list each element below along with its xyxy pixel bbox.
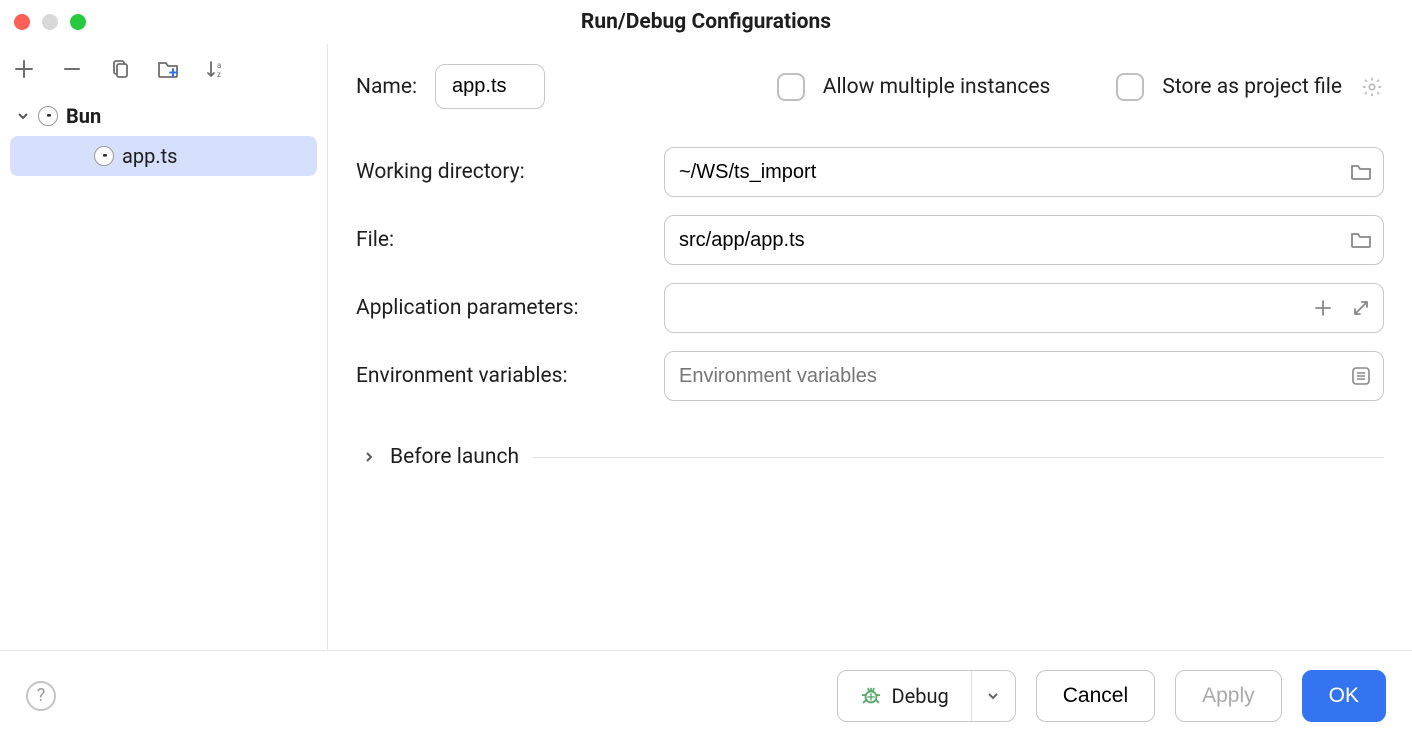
svg-text:z: z [217, 70, 221, 79]
tree-group-label: Bun [66, 104, 101, 128]
bun-icon [38, 106, 58, 126]
name-input[interactable] [435, 64, 545, 109]
gear-icon[interactable] [1360, 75, 1384, 99]
titlebar: Run/Debug Configurations [0, 0, 1412, 44]
working-dir-input-wrap [664, 147, 1384, 197]
chevron-down-icon [16, 109, 30, 123]
env-vars-row: Environment variables: [356, 351, 1384, 401]
close-window-icon[interactable] [14, 14, 30, 30]
file-label: File: [356, 228, 646, 252]
window-controls [14, 14, 86, 30]
working-dir-row: Working directory: [356, 147, 1384, 197]
folder-icon[interactable] [1349, 228, 1373, 252]
sort-alphabetically-icon[interactable]: az [204, 57, 228, 81]
fullscreen-window-icon[interactable] [70, 14, 86, 30]
app-params-input-wrap [664, 283, 1384, 333]
chevron-right-icon [362, 450, 376, 464]
tree-item-label: app.ts [122, 144, 177, 168]
config-form: Name: Allow multiple instances Store as … [328, 44, 1412, 650]
before-launch-section[interactable]: Before launch [356, 445, 1384, 469]
add-configuration-icon[interactable] [12, 57, 36, 81]
debug-button-label: Debug [892, 684, 949, 708]
list-icon[interactable] [1349, 364, 1373, 388]
copy-configuration-icon[interactable] [108, 57, 132, 81]
name-row: Name: Allow multiple instances Store as … [356, 64, 1384, 109]
tree-item-app-ts[interactable]: app.ts [10, 136, 317, 176]
env-vars-input-wrap [664, 351, 1384, 401]
cancel-button[interactable]: Cancel [1036, 670, 1155, 722]
tree-group-bun[interactable]: Bun [10, 96, 317, 136]
debug-dropdown[interactable] [971, 671, 1015, 721]
configurations-tree: Bun app.ts [0, 96, 327, 176]
svg-text:a: a [217, 61, 221, 70]
env-vars-label: Environment variables: [356, 364, 646, 388]
ok-button[interactable]: OK [1302, 670, 1386, 722]
allow-multiple-label: Allow multiple instances [823, 75, 1051, 99]
expand-icon[interactable] [1349, 296, 1373, 320]
dialog-footer: ? Debug Cancel Apply OK [0, 650, 1412, 740]
app-params-row: Application parameters: [356, 283, 1384, 333]
sidebar-toolbar: az [0, 48, 327, 96]
app-params-input[interactable] [679, 297, 1369, 320]
help-icon[interactable]: ? [26, 681, 56, 711]
bun-icon [94, 146, 114, 166]
bug-icon [860, 685, 882, 707]
working-dir-input[interactable] [679, 161, 1369, 184]
store-project-file-label: Store as project file [1162, 75, 1342, 99]
before-launch-label: Before launch [390, 445, 519, 469]
store-project-file-checkbox[interactable] [1116, 73, 1144, 101]
app-params-label: Application parameters: [356, 296, 646, 320]
divider [533, 457, 1384, 458]
allow-multiple-checkbox[interactable] [777, 73, 805, 101]
debug-button[interactable]: Debug [838, 684, 971, 708]
plus-icon[interactable] [1311, 296, 1335, 320]
remove-configuration-icon[interactable] [60, 57, 84, 81]
save-template-icon[interactable] [156, 57, 180, 81]
working-dir-label: Working directory: [356, 160, 646, 184]
window-title: Run/Debug Configurations [581, 10, 831, 34]
sidebar: az Bun app.ts [0, 44, 328, 650]
name-label: Name: [356, 75, 417, 99]
file-row: File: [356, 215, 1384, 265]
file-input[interactable] [679, 229, 1369, 252]
minimize-window-icon[interactable] [42, 14, 58, 30]
debug-split-button: Debug [837, 670, 1016, 722]
file-input-wrap [664, 215, 1384, 265]
main: az Bun app.ts Name: Allow multiple in [0, 44, 1412, 650]
folder-icon[interactable] [1349, 160, 1373, 184]
env-vars-input[interactable] [679, 365, 1369, 388]
apply-button[interactable]: Apply [1175, 670, 1282, 722]
